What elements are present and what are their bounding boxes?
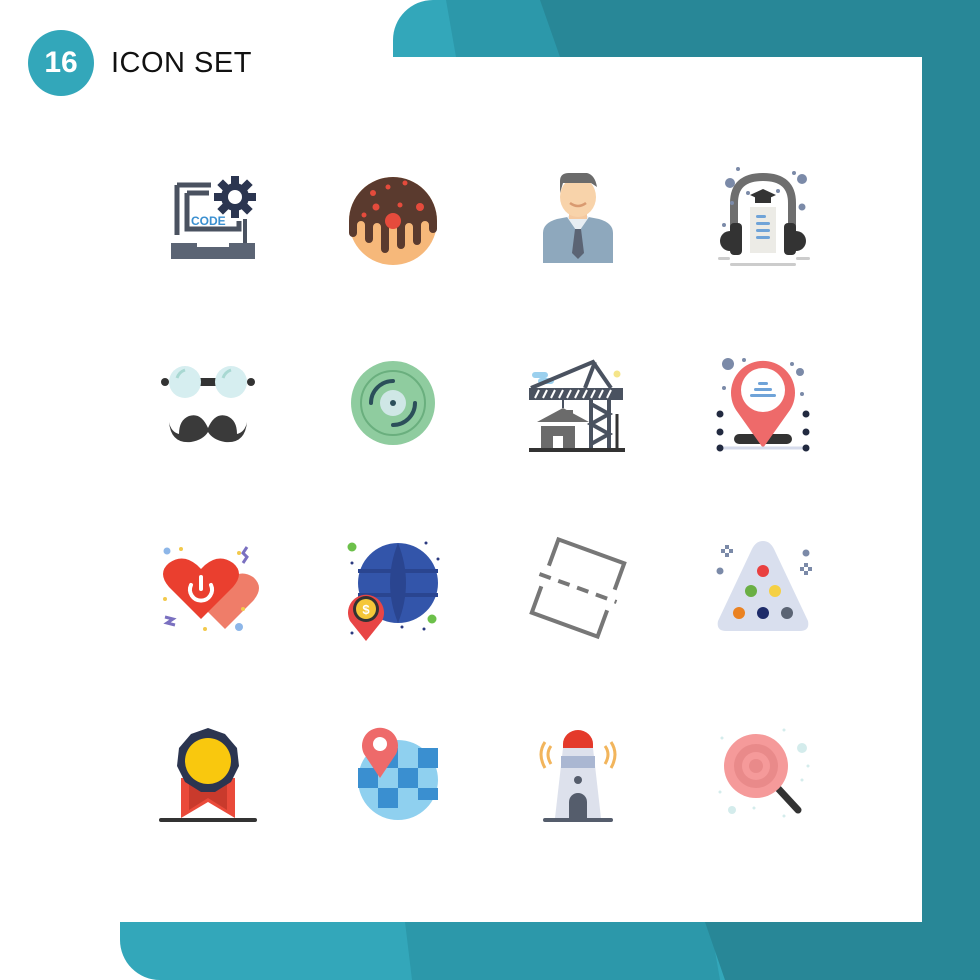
page-title: ICON SET <box>111 46 252 79</box>
education-headphones-icon <box>670 125 855 310</box>
crop-cut-icon <box>485 495 670 680</box>
billiard-triangle-icon <box>670 495 855 680</box>
lollipop-search-icon <box>670 680 855 865</box>
code-settings-laptop-icon: CODE <box>115 125 300 310</box>
globe-dollar-pin-icon: $ <box>300 495 485 680</box>
location-pin-icon <box>670 310 855 495</box>
award-badge-icon <box>115 680 300 865</box>
header: 16 ICON SET <box>28 30 252 96</box>
count-badge: 16 <box>28 30 94 96</box>
businessman-icon <box>485 125 670 310</box>
top-decorative-band <box>393 0 980 57</box>
bottom-decorative-band <box>120 922 980 980</box>
globe-location-icon <box>300 680 485 865</box>
icon-grid: CODE $ <box>115 125 855 865</box>
heart-power-icon <box>115 495 300 680</box>
construction-crane-icon <box>485 310 670 495</box>
dollar-sign: $ <box>362 602 370 617</box>
vinyl-disc-icon <box>300 310 485 495</box>
code-text: CODE <box>191 214 226 228</box>
right-decorative-band <box>922 0 980 980</box>
lighthouse-icon <box>485 680 670 865</box>
glasses-mustache-icon <box>115 310 300 495</box>
donut-icon <box>300 125 485 310</box>
